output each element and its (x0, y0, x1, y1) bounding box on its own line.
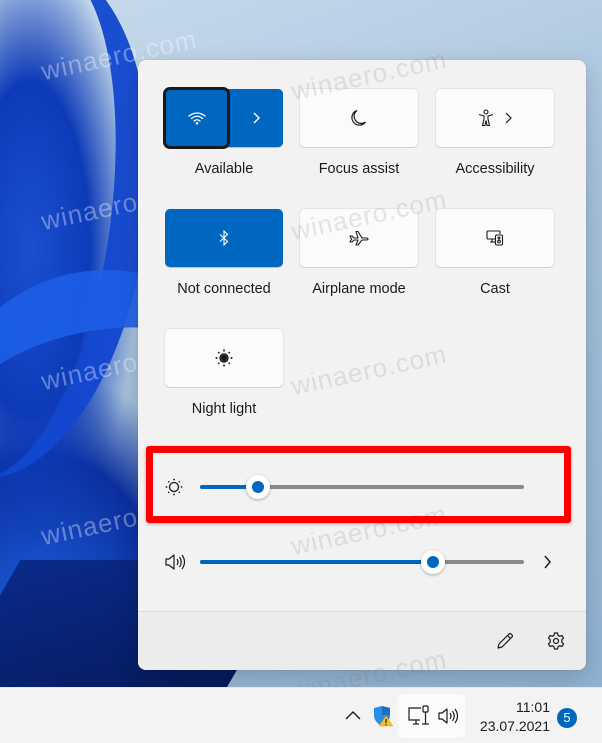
cast-button[interactable] (436, 209, 554, 267)
wifi-toggle-group (162, 87, 283, 149)
tile-label: Cast (480, 281, 510, 297)
airplane-icon (349, 230, 369, 246)
bluetooth-icon (219, 230, 229, 246)
volume-slider-fill (200, 560, 434, 564)
show-hidden-icons-button[interactable] (342, 704, 364, 726)
wifi-icon (188, 111, 206, 125)
focus-assist-button[interactable] (300, 89, 418, 147)
clock-button[interactable]: 11:01 23.07.2021 (480, 698, 550, 736)
volume-slider-thumb[interactable] (421, 550, 446, 574)
volume-slider-row (138, 547, 586, 577)
accessibility-icon (478, 109, 494, 127)
moon-icon (351, 109, 367, 127)
night-light-icon (214, 348, 234, 368)
network-volume-tray-button[interactable] (398, 694, 465, 738)
ethernet-icon (407, 705, 431, 727)
airplane-mode-button[interactable] (300, 209, 418, 267)
brightness-icon (164, 477, 184, 497)
wifi-networks-button[interactable] (228, 89, 283, 147)
chevron-right-icon (504, 112, 512, 124)
speaker-icon[interactable] (164, 552, 186, 572)
chevron-right-icon (252, 112, 261, 124)
brightness-slider-row (138, 472, 586, 502)
windows-security-warning-icon (372, 705, 394, 727)
brightness-slider-thumb[interactable] (246, 475, 271, 499)
settings-button[interactable] (543, 628, 569, 654)
taskbar: 11:01 23.07.2021 5 (0, 687, 602, 743)
speaker-icon (437, 706, 459, 726)
brightness-slider[interactable] (200, 475, 524, 499)
edit-quick-settings-button[interactable] (492, 628, 518, 654)
clock-date: 23.07.2021 (479, 718, 550, 734)
tile-label: Accessibility (455, 161, 535, 177)
volume-slider[interactable] (200, 550, 524, 574)
gear-icon (546, 631, 566, 651)
tile-label: Focus assist (318, 161, 400, 177)
tile-label: Airplane mode (312, 281, 406, 297)
windows-security-button[interactable] (371, 704, 395, 728)
tile-label: Night light (191, 401, 257, 417)
chevron-up-icon (345, 710, 361, 720)
pencil-icon (495, 631, 515, 651)
quick-settings-panel: Available Focus assist Accessibility Not… (138, 60, 586, 670)
accessibility-button[interactable] (436, 89, 554, 147)
wifi-toggle-button[interactable] (162, 87, 231, 149)
night-light-button[interactable] (165, 329, 283, 387)
clock-time: 11:01 (516, 699, 550, 715)
quick-settings-footer (138, 611, 586, 670)
audio-output-chevron-icon[interactable] (542, 552, 558, 572)
cast-icon (485, 229, 505, 247)
bluetooth-button[interactable] (165, 209, 283, 267)
notification-count-badge[interactable]: 5 (557, 708, 577, 728)
